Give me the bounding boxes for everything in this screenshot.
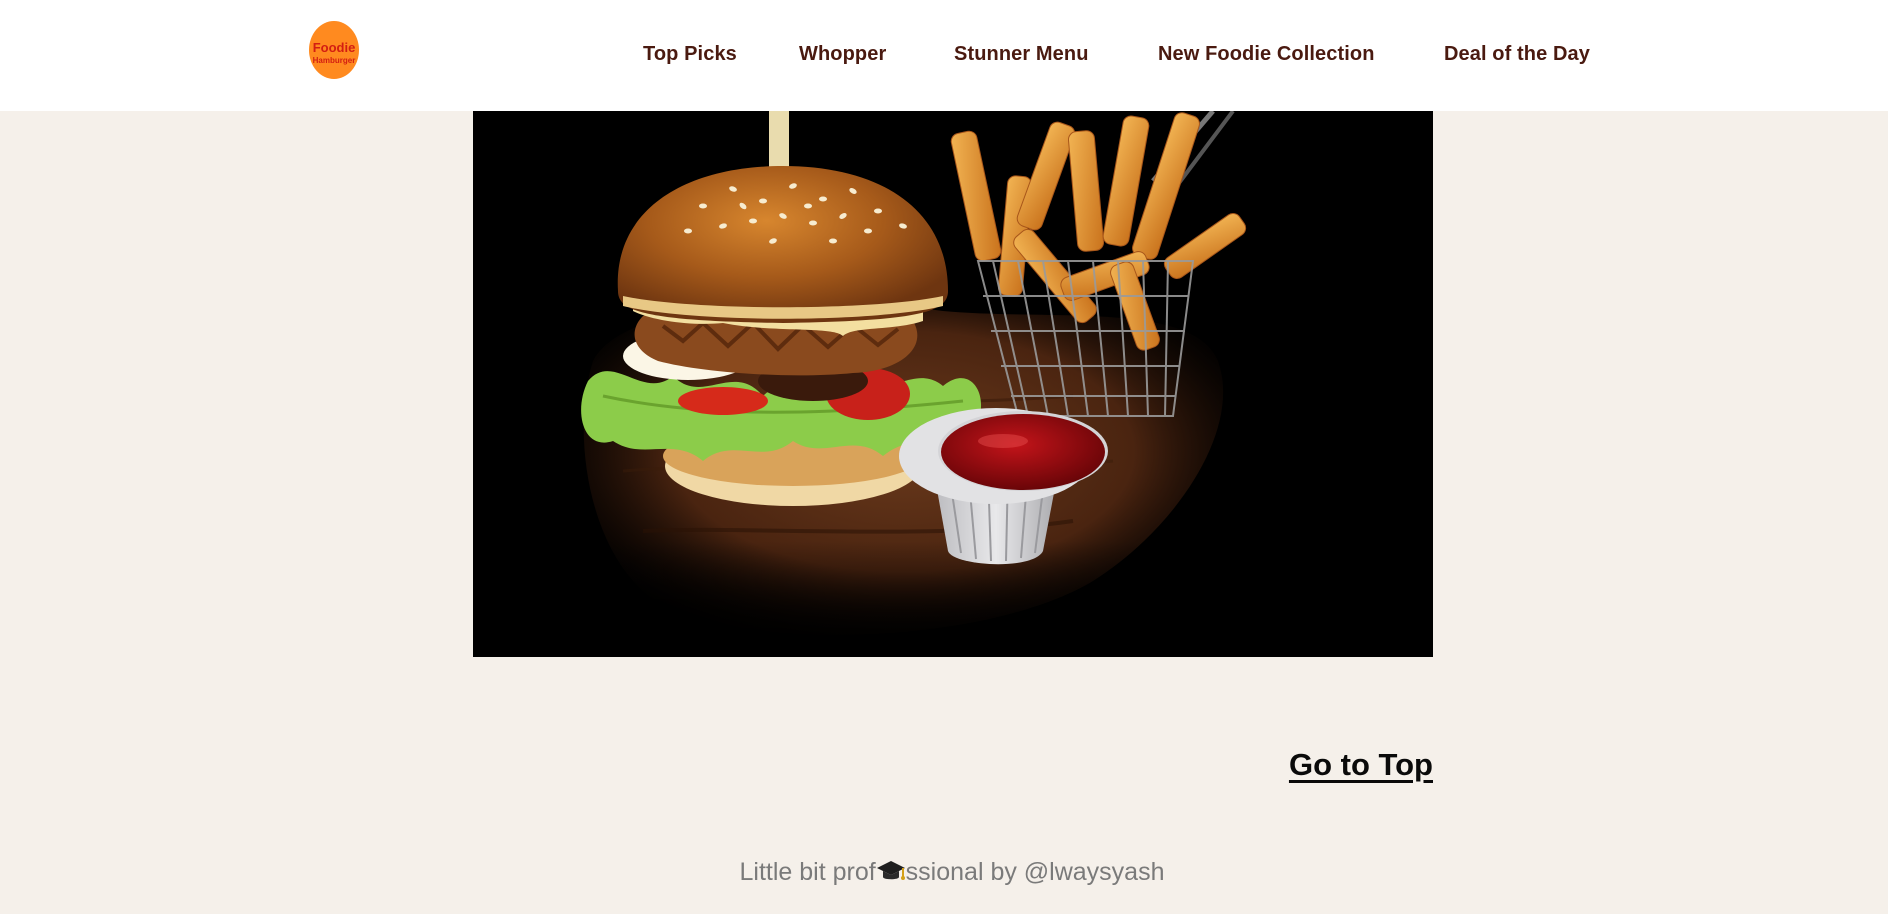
footer-credit: Little bit prof ssional by @lwaysyash — [0, 858, 1888, 887]
graduation-cap-icon — [876, 858, 906, 884]
logo-line-1: Foodie — [312, 40, 356, 55]
logo-line-2: Hamburger — [312, 56, 356, 65]
brand-logo[interactable]: Foodie Hamburger — [309, 21, 359, 79]
nav-item-stunner-menu[interactable]: Stunner Menu — [954, 43, 1089, 66]
footer-text-start: Little bit prof — [739, 858, 876, 886]
footer-text-end: ssional by @lwaysyash — [905, 858, 1165, 886]
burger-fries-ketchup-illustration — [473, 111, 1433, 657]
nav-item-new-foodie-collection[interactable]: New Foodie Collection — [1158, 43, 1375, 66]
site-header: Foodie Hamburger Top Picks Whopper Stunn… — [0, 0, 1888, 111]
nav-item-deal-of-the-day[interactable]: Deal of the Day — [1444, 43, 1590, 66]
hero-image — [473, 111, 1433, 657]
go-to-top-link[interactable]: Go to Top — [1289, 747, 1433, 783]
nav-item-top-picks[interactable]: Top Picks — [643, 43, 737, 66]
nav-item-whopper[interactable]: Whopper — [799, 43, 886, 66]
